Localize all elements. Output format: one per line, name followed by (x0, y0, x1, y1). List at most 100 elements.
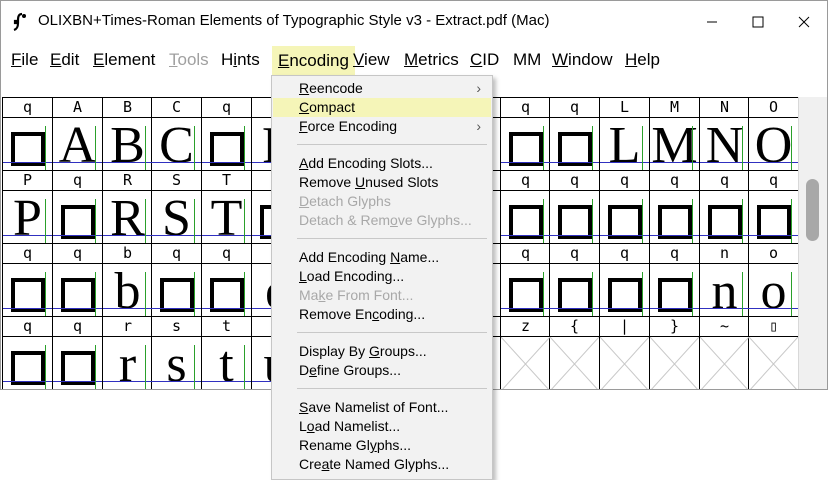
glyph-cell[interactable]: A (53, 118, 102, 172)
menu-file[interactable]: File (11, 50, 38, 70)
advance-width-guide (592, 272, 593, 316)
title-bar[interactable]: OLIXBN+Times-Roman Elements of Typograph… (1, 1, 827, 43)
glyph-cell[interactable] (202, 118, 251, 172)
menu-metrics[interactable]: Metrics (404, 50, 459, 70)
advance-width-guide (95, 126, 96, 170)
advance-width-guide (95, 345, 96, 389)
glyph-cell[interactable] (600, 191, 649, 245)
glyph-cell[interactable] (700, 337, 749, 389)
menu-item-force-encoding[interactable]: Force Encoding › (273, 117, 491, 136)
glyph-cell-label: R (122, 171, 133, 189)
menu-hints[interactable]: Hints (221, 50, 260, 70)
glyph-cell[interactable] (53, 337, 102, 389)
glyph-cell[interactable]: P (3, 191, 52, 245)
glyph-cell[interactable]: S (152, 191, 201, 245)
glyph-cell-label: q (72, 317, 83, 335)
glyph-cell[interactable]: O (749, 118, 798, 172)
glyph-cell[interactable] (550, 191, 599, 245)
glyph-cell[interactable]: C (152, 118, 201, 172)
advance-width-guide (543, 199, 544, 243)
glyph-cell[interactable]: n (700, 264, 749, 318)
glyph-cell-label: z (520, 317, 531, 335)
menu-edit[interactable]: Edit (50, 50, 79, 70)
glyph-cell[interactable]: r (103, 337, 152, 389)
glyph-cell-label: | (619, 317, 630, 335)
missing-glyph-box (61, 278, 95, 312)
advance-width-guide (45, 199, 46, 243)
glyph-cell[interactable] (650, 264, 699, 318)
glyph-cell[interactable]: s (152, 337, 201, 389)
glyph-cell[interactable]: o (749, 264, 798, 318)
glyph-cell[interactable] (3, 264, 52, 318)
maximize-button[interactable] (735, 1, 781, 43)
close-button[interactable] (781, 1, 827, 43)
menu-item-remove-encoding[interactable]: Remove Encoding... (273, 305, 491, 324)
glyph-cell[interactable] (600, 337, 649, 389)
menu-cid[interactable]: CID (470, 50, 499, 70)
menu-item-load-encoding[interactable]: Load Encoding... (273, 267, 491, 286)
advance-width-guide (95, 199, 96, 243)
glyph-cell[interactable]: M (650, 118, 699, 172)
glyph-cell[interactable] (550, 337, 599, 389)
glyph-cell-label: ▯ (768, 317, 779, 335)
advance-width-guide (194, 345, 195, 389)
glyph-cell[interactable] (550, 118, 599, 172)
missing-glyph-box (160, 278, 194, 312)
glyph-cell[interactable] (202, 264, 251, 318)
glyph-cell[interactable]: N (700, 118, 749, 172)
glyph-cell[interactable] (749, 191, 798, 245)
minimize-button[interactable] (689, 1, 735, 43)
glyph-cell[interactable]: t (202, 337, 251, 389)
glyph-cell[interactable] (53, 191, 102, 245)
glyph-cell[interactable] (53, 264, 102, 318)
menu-item-create-named-glyphs[interactable]: Create Named Glyphs... (273, 455, 491, 474)
glyph-cell[interactable]: B (103, 118, 152, 172)
glyph-cell[interactable] (501, 191, 550, 245)
menu-item-load-namelist[interactable]: Load Namelist... (273, 417, 491, 436)
vertical-scrollbar[interactable] (798, 97, 827, 389)
menu-encoding[interactable]: Encoding (272, 46, 355, 76)
menu-item-compact[interactable]: Compact (273, 98, 491, 117)
maximize-icon (752, 16, 764, 28)
menu-help[interactable]: Help (625, 50, 660, 70)
advance-width-guide (145, 272, 146, 316)
scroll-thumb[interactable] (806, 179, 819, 241)
menu-item-add-encoding-slots[interactable]: Add Encoding Slots... (273, 154, 491, 173)
menu-item-define-groups[interactable]: Define Groups... (273, 361, 491, 380)
glyph-cell[interactable] (3, 337, 52, 389)
missing-glyph-box (61, 205, 95, 239)
menu-item-rename-glyphs[interactable]: Rename Glyphs... (273, 436, 491, 455)
menu-item-display-by-groups[interactable]: Display By Groups... (273, 342, 491, 361)
menu-view[interactable]: View (353, 50, 390, 70)
menu-tools[interactable]: Tools (169, 50, 209, 70)
menu-element[interactable]: Element (93, 50, 155, 70)
glyph-cell[interactable]: b (103, 264, 152, 318)
glyph-cell-label: P (22, 171, 33, 189)
glyph-cell[interactable] (501, 118, 550, 172)
window-title: OLIXBN+Times-Roman Elements of Typograph… (38, 12, 550, 29)
glyph-cell[interactable] (3, 118, 52, 172)
glyph-cell[interactable] (501, 264, 550, 318)
menu-mm[interactable]: MM (513, 50, 541, 70)
menu-item-reencode[interactable]: Reencode › (273, 79, 491, 98)
glyph-cell[interactable] (650, 191, 699, 245)
glyph-cell[interactable]: L (600, 118, 649, 172)
glyph-cell[interactable]: R (103, 191, 152, 245)
glyph-cell[interactable] (650, 337, 699, 389)
menu-window[interactable]: Window (552, 50, 612, 70)
advance-width-guide (194, 272, 195, 316)
glyph-cell[interactable] (501, 337, 550, 389)
advance-width-guide (45, 272, 46, 316)
menu-separator (297, 332, 487, 333)
glyph-cell[interactable]: T (202, 191, 251, 245)
glyph-cell[interactable] (749, 337, 798, 389)
glyph-cell[interactable] (700, 191, 749, 245)
menu-item-remove-unused-slots[interactable]: Remove Unused Slots (273, 173, 491, 192)
menu-item-save-namelist-of-font[interactable]: Save Namelist of Font... (273, 398, 491, 417)
advance-width-guide (194, 199, 195, 243)
glyph-cell[interactable] (550, 264, 599, 318)
glyph-cell[interactable] (600, 264, 649, 318)
glyph-cell[interactable] (152, 264, 201, 318)
menu-item-add-encoding-name[interactable]: Add Encoding Name... (273, 248, 491, 267)
advance-width-guide (244, 126, 245, 170)
